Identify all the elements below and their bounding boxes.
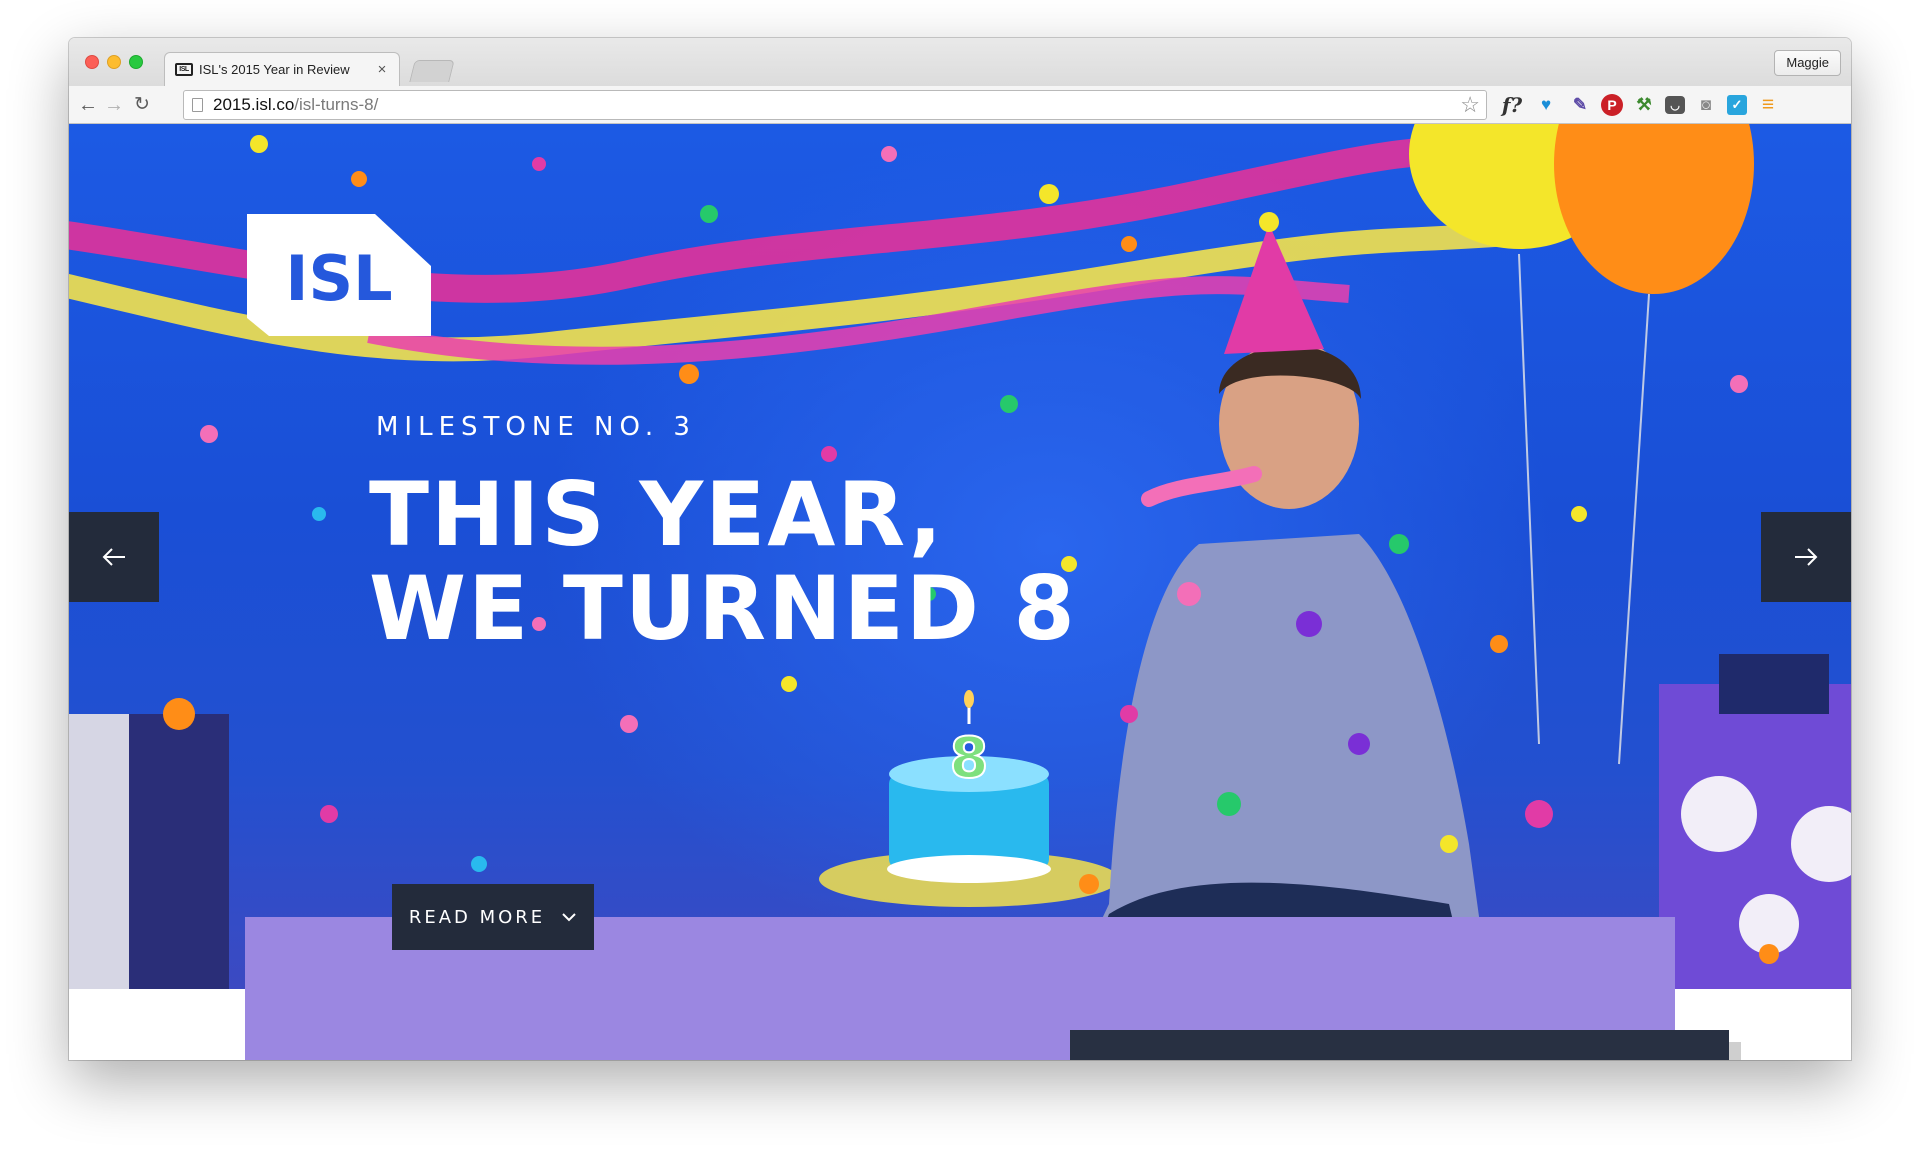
new-tab-button[interactable] — [409, 60, 455, 82]
orange-balloon — [1554, 124, 1754, 294]
back-arrow-icon[interactable]: ← — [75, 92, 101, 118]
party-blower — [1141, 466, 1262, 507]
url-host: 2015.isl.co — [213, 95, 295, 114]
read-more-button[interactable]: READ MORE — [392, 884, 594, 950]
profile-button[interactable]: Maggie — [1774, 50, 1841, 76]
page-icon — [192, 98, 203, 112]
browser-tab[interactable]: ISL ISL's 2015 Year in Review × — [164, 52, 400, 86]
hero-section: 8 ISL MILESTONE NO. 3 THIS YEAR, WE TURN… — [69, 124, 1851, 989]
ant-icon[interactable]: ⚒ — [1631, 92, 1657, 118]
tab-title: ISL's 2015 Year in Review — [199, 62, 350, 77]
chrome-menu-icon[interactable]: ≡ — [1755, 92, 1781, 118]
reload-icon[interactable]: ↻ — [129, 92, 155, 118]
browser-window: ISL ISL's 2015 Year in Review × Maggie ←… — [69, 38, 1851, 1060]
minimize-window-button[interactable] — [107, 55, 121, 69]
previous-slide-button[interactable] — [69, 512, 159, 602]
chevron-down-icon — [562, 913, 576, 922]
scroll-stub — [1729, 1042, 1741, 1060]
right-arrow-icon — [1795, 548, 1818, 566]
color-picker-icon[interactable]: ✎ — [1567, 92, 1593, 118]
read-more-label: READ MORE — [408, 906, 546, 928]
dark-content-block — [1070, 1030, 1729, 1060]
cake-candle-number: 8 — [950, 726, 989, 791]
isl-favicon-icon: ISL — [175, 63, 193, 76]
maximize-window-button[interactable] — [129, 55, 143, 69]
close-window-button[interactable] — [85, 55, 99, 69]
pocket-icon[interactable]: ◡ — [1665, 96, 1685, 114]
heart-extension-icon[interactable]: ♥ — [1533, 92, 1559, 118]
milestone-eyebrow: MILESTONE NO. 3 — [376, 412, 696, 442]
title-bar: ISL ISL's 2015 Year in Review × Maggie — [69, 38, 1851, 86]
page-title: THIS YEAR, WE TURNED 8 — [369, 468, 1129, 656]
forward-arrow-icon[interactable]: → — [101, 92, 127, 118]
extension-icons: f? ♥ ✎ P ⚒ ◡ ◙ ✓ ≡ — [1499, 92, 1781, 118]
camera-icon[interactable]: ◙ — [1693, 92, 1719, 118]
bookmark-star-icon[interactable]: ☆ — [1460, 92, 1480, 118]
browser-toolbar: ← → ↻ 2015.isl.co /isl-turns-8/ ☆ f? ♥ ✎… — [69, 86, 1851, 124]
isl-logo-text: ISL — [285, 242, 392, 315]
task-check-icon[interactable]: ✓ — [1727, 95, 1747, 115]
fquery-icon[interactable]: f? — [1499, 92, 1525, 118]
tab-close-icon[interactable]: × — [375, 61, 389, 78]
address-bar[interactable]: 2015.isl.co /isl-turns-8/ ☆ — [183, 90, 1487, 120]
pinterest-icon[interactable]: P — [1601, 94, 1623, 116]
headline-line-1: THIS YEAR, — [369, 463, 945, 566]
next-slide-button[interactable] — [1761, 512, 1851, 602]
url-path: /isl-turns-8/ — [294, 95, 379, 114]
page-viewport: 8 ISL MILESTONE NO. 3 THIS YEAR, WE TURN… — [69, 124, 1851, 1060]
isl-logo: ISL — [247, 214, 431, 336]
headline-line-2: WE TURNED 8 — [369, 557, 1077, 660]
left-arrow-icon — [102, 548, 125, 566]
